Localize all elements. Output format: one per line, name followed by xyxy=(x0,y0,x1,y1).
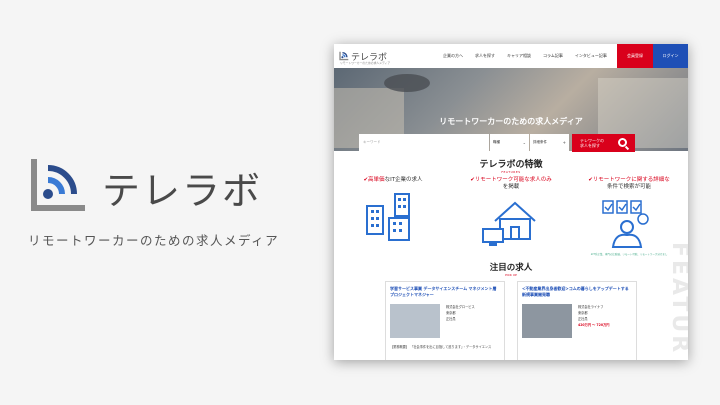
features-watermark: FEATUR xyxy=(667,242,688,356)
hero-title: リモートワーカーのための求人メディア xyxy=(439,117,583,126)
job-info: 株式会社グロービス 東京都 正社員 xyxy=(446,305,475,322)
pickup-subtitle: PICK UP xyxy=(505,273,517,278)
job-title[interactable]: <不動産業界出身者歓迎>コムの暮らしをアップデートする新規事業開発職 xyxy=(522,286,632,297)
occupation-select[interactable]: 職種 ⌄ xyxy=(490,134,529,152)
site-header: テレラボ リモートワーカーのための求人メディア 企業の方へ 求人を探す キャリア… xyxy=(334,44,688,68)
feature-2-highlight: リモートワーク可能な求人のみ xyxy=(474,177,552,183)
register-button[interactable]: 会員登録 xyxy=(617,44,653,68)
nav-item-companies[interactable]: 企業の方へ xyxy=(443,53,463,59)
job-photo xyxy=(522,304,572,339)
feature-item: ✔リモートワークに関する詳細な 条件で検索が可能 ※IT系企業、専門の比較軸、リモ… xyxy=(579,177,679,256)
logo-icon xyxy=(28,158,86,216)
brand-tagline: リモートワーカーのための求人メディア xyxy=(28,233,280,248)
job-info: 株式会社ライナフ 東京都 正社員 420万円 〜 720万円 xyxy=(578,305,609,328)
features-title: テレラボの特徴 xyxy=(479,160,543,170)
feature-note: ※IT系企業、専門の比較軸、リモート可能、リモートワーク分けまし xyxy=(590,253,668,257)
job-salary: 420万円 〜 720万円 xyxy=(578,322,610,327)
search-icon xyxy=(618,138,627,147)
job-photo xyxy=(390,304,440,339)
hero-photo-cat xyxy=(384,74,430,92)
feature-item: ✔高単価なIT企業の求人 xyxy=(343,177,443,256)
buildings-icon xyxy=(343,190,443,244)
conditions-select[interactable]: 詳細条件 + xyxy=(530,134,569,152)
house-computer-icon xyxy=(461,197,561,251)
brand-title: テレラボ xyxy=(102,168,263,213)
website-screenshot: テレラボ リモートワーカーのための求人メディア 企業の方へ 求人を探す キャリア… xyxy=(334,44,688,360)
person-checklist-icon xyxy=(579,197,679,251)
site-nav: 企業の方へ 求人を探す キャリア相談 コラム記事 インタビュー記事 xyxy=(443,53,619,59)
nav-item-jobs[interactable]: 求人を探す xyxy=(475,53,495,59)
site-logo-icon xyxy=(339,51,349,61)
nav-item-interviews[interactable]: インタビュー記事 xyxy=(575,53,607,59)
job-card[interactable]: 学習サービス事業 データサイエンスチーム マネジメント層プロジェクトマネジャー … xyxy=(385,281,505,360)
occupation-label: 職種 xyxy=(493,140,500,144)
keyword-input[interactable]: キーワード xyxy=(359,134,489,152)
chevron-down-icon: ⌄ xyxy=(522,140,526,145)
job-cards: 学習サービス事業 データサイエンスチーム マネジメント層プロジェクトマネジャー … xyxy=(334,281,688,360)
search-button-line2: 求人を探す xyxy=(580,143,600,148)
site-logo-sub: リモートワーカーのための求人メディア xyxy=(340,61,391,65)
search-button[interactable]: テレワークの 求人を探す xyxy=(572,134,635,152)
plus-icon: + xyxy=(562,140,566,145)
job-card[interactable]: <不動産業界出身者歓迎>コムの暮らしをアップデートする新規事業開発職 株式会社ラ… xyxy=(517,281,637,360)
search-bar: キーワード 職種 ⌄ 詳細条件 + テレワークの 求人を探す xyxy=(359,134,635,152)
feature-1-highlight: 高単価 xyxy=(368,177,385,183)
brand-block: テレラボ リモートワーカーのための求人メディア xyxy=(28,158,328,249)
feature-1-line2: IT企業の求人 xyxy=(390,177,423,183)
feature-3-line2: 条件で検索が可能 xyxy=(606,184,651,191)
hero-banner: リモートワーカーのための求人メディア キーワード 職種 ⌄ 詳細条件 + テレワ… xyxy=(334,68,688,152)
conditions-label: 詳細条件 xyxy=(533,140,547,144)
login-button[interactable]: ログイン xyxy=(653,44,688,68)
features-list: ✔高単価なIT企業の求人 ✔リモートワーク可能な求人のみ を掲載 ✔リモートワー… xyxy=(334,177,688,256)
pickup-title: 注目の求人 xyxy=(489,263,533,274)
job-description: 【業務概要】 「社会事件を出に目指して進ります」・データサイエンス xyxy=(390,345,492,350)
job-type: 正社員 xyxy=(446,316,456,321)
feature-2-line2: を掲載 xyxy=(502,184,520,191)
features-subtitle: FEATURES xyxy=(501,170,521,174)
nav-item-career[interactable]: キャリア相談 xyxy=(507,53,531,59)
nav-item-columns[interactable]: コラム記事 xyxy=(543,53,563,59)
feature-3-highlight: リモートワークに関する詳細な xyxy=(592,177,670,183)
job-title[interactable]: 学習サービス事業 データサイエンスチーム マネジメント層プロジェクトマネジャー xyxy=(390,286,500,297)
feature-item: ✔リモートワーク可能な求人のみ を掲載 xyxy=(461,177,561,256)
